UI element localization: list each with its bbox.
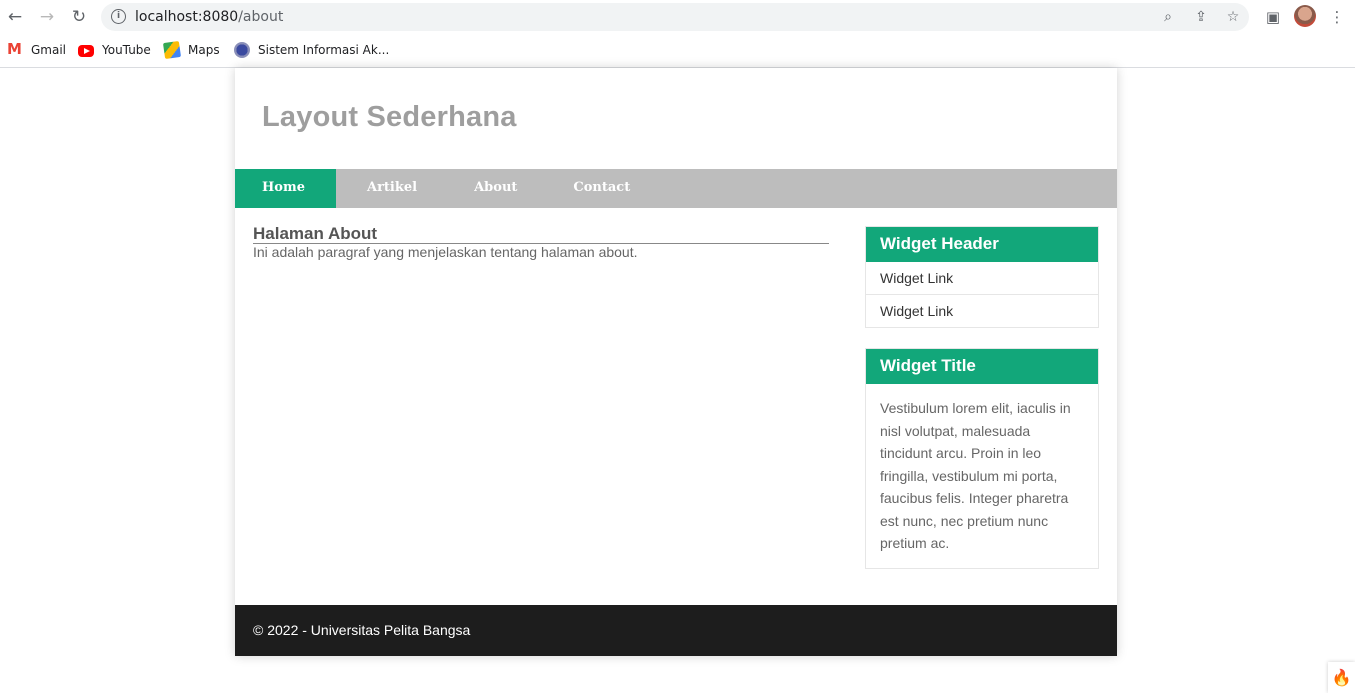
star-bookmark-icon[interactable]: ☆ [1224,8,1242,26]
url-path: /about [238,9,284,25]
profile-avatar[interactable] [1294,5,1316,27]
bookmark-maps[interactable]: Maps [162,40,220,60]
widget-links: Widget Header Widget Link Widget Link [865,226,1099,328]
share-icon[interactable]: ⇪ [1192,8,1210,26]
widget-header: Widget Header [866,227,1098,262]
menu-kebab-icon[interactable]: ⋮ [1326,6,1348,28]
widget-body-text: Vestibulum lorem elit, iaculis in nisl v… [880,400,1071,551]
widget-link[interactable]: Widget Link [866,262,1098,295]
bookmark-label: YouTube [102,43,151,57]
url-text: localhost:8080/about [135,9,283,25]
zoom-icon[interactable]: ⌕ [1159,8,1177,26]
main-nav: Home Artikel About Contact [235,169,1117,208]
page-container: Layout Sederhana Home Artikel About Cont… [235,68,1117,656]
side-panel-icon[interactable]: ▣ [1262,6,1284,28]
nav-item-about[interactable]: About [446,169,545,208]
page-paragraph: Ini adalah paragraf yang menjelaskan ten… [253,244,638,260]
reload-icon[interactable]: ↻ [68,6,90,28]
maps-icon [162,40,182,60]
main-content: Halaman About Ini adalah paragraf yang m… [253,224,829,261]
bookmarks-bar: Gmail YouTube Maps Sistem Informasi Ak..… [0,36,1355,64]
back-arrow-icon[interactable]: ← [4,6,26,28]
gmail-icon [7,40,23,58]
site-title: Layout Sederhana [262,101,517,133]
nav-item-contact[interactable]: Contact [545,169,661,208]
browser-toolbar: ← → ↻ i localhost:8080/about ⌕ ⇪ ☆ ▣ ⋮ [0,0,1355,34]
address-bar[interactable]: i localhost:8080/about ⌕ ⇪ ☆ [101,3,1249,31]
forward-arrow-icon[interactable]: → [36,6,58,28]
bookmark-sistem-informasi[interactable]: Sistem Informasi Ak... [234,41,389,59]
youtube-icon [78,44,94,57]
sistem-informasi-icon [234,42,250,58]
site-footer: © 2022 - Universitas Pelita Bangsa [235,605,1117,656]
bookmark-gmail[interactable]: Gmail [7,40,67,59]
bookmark-label: Gmail [31,43,67,57]
debug-toolbar-flame-icon[interactable]: 🔥 [1328,662,1355,693]
site-info-icon[interactable]: i [111,9,126,24]
nav-item-home[interactable]: Home [235,169,336,208]
sidebar: Widget Header Widget Link Widget Link Wi… [865,226,1099,589]
page-heading: Halaman About [253,224,829,244]
widget-text: Widget Title Vestibulum lorem elit, iacu… [865,348,1099,569]
url-host: localhost:8080 [135,9,239,25]
widget-title: Widget Title [866,349,1098,384]
widget-link[interactable]: Widget Link [866,295,1098,327]
site-header: Layout Sederhana [235,68,1117,169]
bookmark-youtube[interactable]: YouTube [78,41,151,59]
bookmark-label: Maps [188,43,220,57]
nav-item-artikel[interactable]: Artikel [336,169,446,208]
bookmark-label: Sistem Informasi Ak... [258,43,390,57]
